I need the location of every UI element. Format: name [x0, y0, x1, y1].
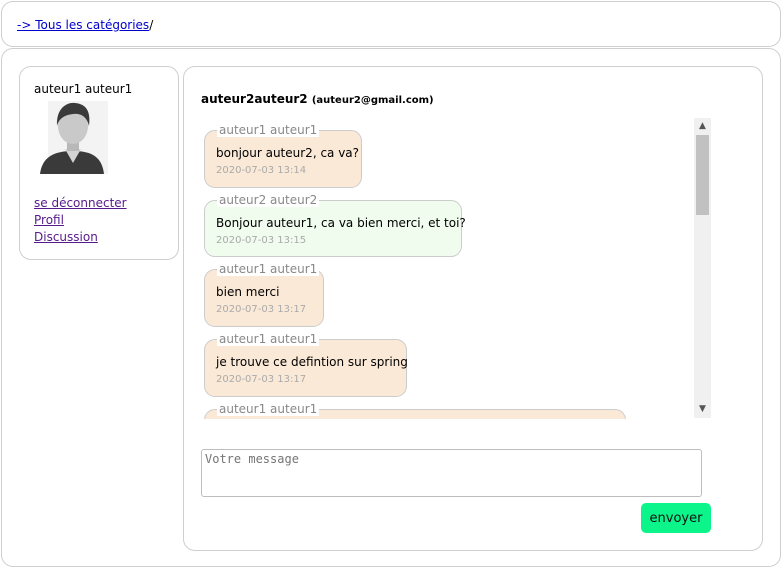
breadcrumb: -> Tous les catégories/ — [17, 18, 153, 32]
message-text: Bonjour auteur1, ca va bien merci, et to… — [216, 216, 466, 230]
message-bubble: auteur1 auteur1 bonjour auteur2, ca va? … — [204, 124, 362, 188]
breadcrumb-separator: / — [149, 18, 154, 32]
message-scrollbar[interactable]: ▲ ▼ — [694, 118, 711, 418]
message-text: bonjour auteur2, ca va? — [216, 146, 360, 160]
chat-header: auteur2auteur2 (auteur2@gmail.com) — [201, 92, 434, 106]
message-input[interactable] — [201, 449, 702, 497]
all-categories-link[interactable]: -> Tous les catégories — [17, 18, 149, 32]
profile-link[interactable]: Profil — [34, 212, 127, 229]
current-user-name: auteur1 auteur1 — [34, 82, 133, 96]
message-time: 2020-07-03 13:17 — [216, 304, 307, 315]
send-button[interactable]: envoyer — [641, 503, 711, 533]
message-author: auteur1 auteur1 — [217, 262, 320, 276]
user-avatar-icon — [38, 99, 110, 174]
message-author: auteur1 auteur1 — [217, 402, 320, 416]
message-time: 2020-07-03 13:15 — [216, 235, 307, 246]
logout-link[interactable]: se déconnecter — [34, 195, 127, 212]
message-time: 2020-07-03 13:17 — [216, 374, 307, 385]
message-bubble: auteur2 auteur2 Bonjour auteur1, ca va b… — [204, 194, 466, 257]
sidebar: auteur1 auteur1 se déconnecter Profil Di… — [19, 66, 179, 260]
chat-partner-name: auteur2auteur2 — [201, 92, 308, 106]
chat-partner-email: (auteur2@gmail.com) — [311, 95, 434, 106]
message-bubble: auteur1 auteur1 je trouve ce defintion s… — [204, 333, 408, 397]
chevron-down-icon[interactable]: ▼ — [694, 401, 711, 418]
sidebar-links: se déconnecter Profil Discussion — [34, 195, 127, 246]
message-author: auteur1 auteur1 — [217, 332, 320, 346]
chevron-up-icon[interactable]: ▲ — [694, 118, 711, 135]
message-bubble: auteur1 auteur1 bien merci 2020-07-03 13… — [204, 263, 324, 327]
message-list[interactable]: auteur1 auteur1 bonjour auteur2, ca va? … — [202, 119, 712, 419]
message-author: auteur2 auteur2 — [217, 193, 320, 207]
message-text: je trouve ce defintion sur spring — [216, 355, 408, 369]
message-author: auteur1 auteur1 — [217, 123, 320, 137]
message-time: 2020-07-03 13:14 — [216, 165, 307, 176]
discussion-link[interactable]: Discussion — [34, 229, 127, 246]
message-bubble: auteur1 auteur1 — [204, 403, 626, 419]
top-bar: -> Tous les catégories/ — [1, 1, 781, 47]
message-text: bien merci — [216, 285, 280, 299]
scrollbar-thumb[interactable] — [696, 135, 709, 215]
